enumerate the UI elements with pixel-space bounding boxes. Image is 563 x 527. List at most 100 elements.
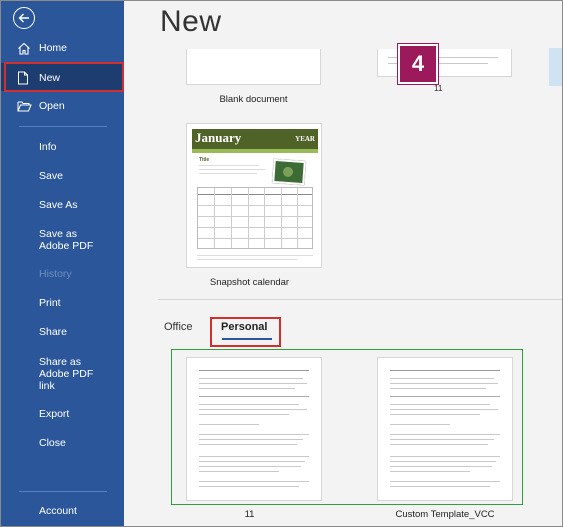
page-title: New — [160, 5, 222, 38]
sidebar-item-share[interactable]: Share — [1, 326, 124, 340]
text-line — [199, 409, 307, 410]
text-line — [197, 259, 297, 260]
text-line — [199, 396, 309, 397]
text-line — [199, 471, 279, 472]
sidebar-item-label: History — [39, 268, 72, 280]
sidebar-divider — [19, 126, 107, 127]
grid-col — [231, 188, 232, 248]
text-line — [390, 471, 470, 472]
blank-document-template[interactable] — [186, 49, 321, 85]
text-line — [390, 409, 498, 410]
grid-col — [214, 188, 215, 248]
text-line — [199, 404, 299, 405]
text-line — [390, 370, 500, 371]
calendar-title: Title — [199, 157, 210, 163]
text-line — [199, 461, 305, 462]
text-line — [199, 434, 309, 435]
sidebar-divider — [19, 491, 107, 492]
text-line — [390, 434, 500, 435]
grid-row — [198, 227, 312, 228]
grid-col — [264, 188, 265, 248]
sidebar-item-print[interactable]: Print — [1, 297, 124, 311]
folder-open-icon — [17, 101, 32, 112]
text-line — [390, 404, 490, 405]
next-template-partial — [549, 48, 562, 86]
sidebar-item-export[interactable]: Export — [1, 408, 124, 422]
sidebar-item-share-as-adobe-pdf-link[interactable]: Share as Adobe PDF link — [1, 356, 124, 394]
home-icon — [18, 42, 30, 55]
text-line — [199, 378, 303, 379]
sidebar-item-label: Save as Adobe PDF — [39, 228, 94, 252]
sidebar-item-label: Account — [39, 505, 77, 517]
template-caption: Snapshot calendar — [209, 277, 290, 288]
grid-row — [198, 216, 312, 217]
text-line — [390, 466, 492, 467]
text-line — [199, 169, 265, 170]
template-caption: 11 — [244, 509, 255, 520]
new-document-panel: New Blank document 11 4 January YEAR Tit… — [124, 1, 562, 526]
text-line — [390, 378, 494, 379]
sidebar-item-label: Save — [39, 170, 63, 182]
sidebar-item-home[interactable]: Home — [1, 42, 124, 56]
highlight-box-personal — [210, 317, 281, 347]
sidebar-item-label: Save As — [39, 199, 78, 211]
back-arrow-icon — [18, 13, 29, 23]
template-11[interactable] — [186, 357, 322, 501]
calendar-month: January — [195, 130, 242, 145]
text-line — [390, 456, 500, 457]
text-line — [390, 444, 488, 445]
text-line — [199, 456, 309, 457]
sidebar-item-save-as-adobe-pdf[interactable]: Save as Adobe PDF — [1, 228, 124, 254]
sidebar-item-account[interactable]: Account — [1, 505, 124, 519]
template-caption: 11 — [434, 84, 443, 93]
sidebar-item-label: Print — [39, 297, 61, 309]
text-line — [199, 388, 295, 389]
sidebar-item-info[interactable]: Info — [1, 141, 124, 155]
sidebar-item-label: Open — [39, 100, 65, 112]
text-line — [199, 424, 259, 425]
snapshot-calendar-template[interactable]: January YEAR Title — [186, 123, 322, 268]
text-line — [199, 383, 307, 384]
calendar-strip — [192, 149, 318, 153]
sidebar-item-close[interactable]: Close — [1, 437, 124, 451]
text-line — [199, 370, 309, 371]
sidebar-item-history: History — [1, 268, 124, 282]
text-line — [390, 439, 494, 440]
grid-row — [198, 238, 312, 239]
text-line — [390, 414, 480, 415]
text-line — [390, 486, 490, 487]
grid-row — [198, 194, 312, 195]
sidebar-item-label: Home — [39, 42, 68, 54]
grid-col — [248, 188, 249, 248]
text-line — [197, 255, 313, 256]
word-backstage-window: Home New Open Info Save Save As Save as … — [0, 0, 563, 527]
text-line — [199, 466, 301, 467]
sidebar-item-label: Info — [39, 141, 57, 153]
template-custom-vcc[interactable] — [377, 357, 513, 501]
highlight-box-new — [4, 62, 124, 92]
text-line — [390, 383, 498, 384]
calendar-grid — [197, 187, 313, 249]
backstage-sidebar: Home New Open Info Save Save As Save as … — [1, 1, 124, 526]
back-button[interactable] — [13, 7, 35, 29]
tab-office[interactable]: Office — [164, 321, 193, 333]
text-line — [199, 486, 299, 487]
text-line — [199, 481, 309, 482]
sidebar-item-open[interactable]: Open — [1, 100, 124, 114]
template-caption: Blank document — [219, 94, 288, 105]
template-caption: Custom Template_VCC — [395, 509, 495, 520]
calendar-photo — [272, 158, 306, 186]
section-divider — [158, 299, 562, 300]
sidebar-item-save-as[interactable]: Save As — [1, 199, 124, 213]
text-line — [199, 173, 257, 174]
sidebar-item-label: Share — [39, 326, 68, 338]
grid-col — [281, 188, 282, 248]
step-number-badge: 4 — [398, 44, 438, 84]
text-line — [199, 444, 297, 445]
calendar-year: YEAR — [295, 135, 315, 143]
text-line — [199, 165, 259, 166]
text-line — [390, 481, 500, 482]
sidebar-item-save[interactable]: Save — [1, 170, 124, 184]
sidebar-item-label: Close — [39, 437, 66, 449]
grid-col — [297, 188, 298, 248]
